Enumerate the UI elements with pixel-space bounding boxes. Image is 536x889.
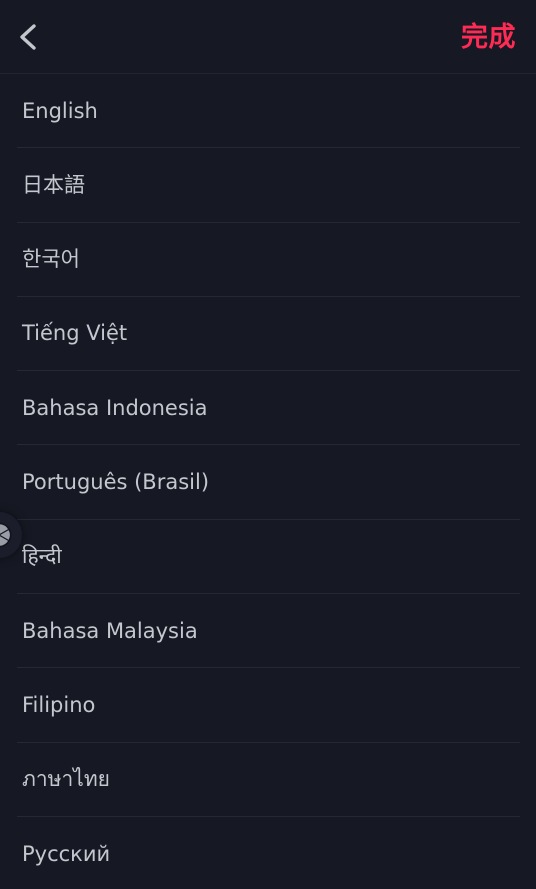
back-button[interactable] bbox=[14, 15, 58, 59]
screen-header: 完成 bbox=[0, 0, 536, 74]
language-row-english[interactable]: English bbox=[0, 74, 536, 149]
language-row-portuguese-brazil[interactable]: Português (Brasil) bbox=[0, 445, 536, 521]
done-button[interactable]: 完成 bbox=[459, 24, 518, 51]
language-row-malay[interactable]: Bahasa Malaysia bbox=[0, 594, 536, 669]
language-row-filipino[interactable]: Filipino bbox=[0, 668, 536, 743]
language-row-hindi[interactable]: हिन्दी bbox=[0, 520, 536, 595]
language-label: 한국어 bbox=[22, 247, 80, 272]
camera-aperture-icon bbox=[0, 522, 12, 548]
language-row-korean[interactable]: 한국어 bbox=[0, 223, 536, 298]
language-list: English 日本語 한국어 Tiếng Việt Bahasa Indone… bbox=[0, 74, 536, 889]
language-row-indonesian[interactable]: Bahasa Indonesia bbox=[0, 371, 536, 446]
language-label: Tiếng Việt bbox=[22, 321, 128, 346]
language-row-vietnamese[interactable]: Tiếng Việt bbox=[0, 297, 536, 372]
chevron-left-icon bbox=[14, 22, 40, 52]
language-label: 日本語 bbox=[22, 172, 85, 197]
language-label: English bbox=[22, 98, 98, 123]
language-label: Bahasa Indonesia bbox=[22, 395, 208, 420]
language-row-russian[interactable]: Русский bbox=[0, 817, 536, 889]
language-label: Русский bbox=[22, 841, 111, 866]
language-label: Bahasa Malaysia bbox=[22, 618, 198, 643]
language-row-japanese[interactable]: 日本語 bbox=[0, 148, 536, 223]
language-label: ภาษาไทย bbox=[22, 767, 110, 792]
language-row-thai[interactable]: ภาษาไทย bbox=[0, 743, 536, 818]
language-label: हिन्दी bbox=[22, 544, 62, 569]
language-label: Filipino bbox=[22, 692, 96, 717]
language-settings-screen: 完成 English 日本語 한국어 Tiếng Việt Bahasa Ind… bbox=[0, 0, 536, 889]
language-label: Português (Brasil) bbox=[22, 470, 210, 495]
